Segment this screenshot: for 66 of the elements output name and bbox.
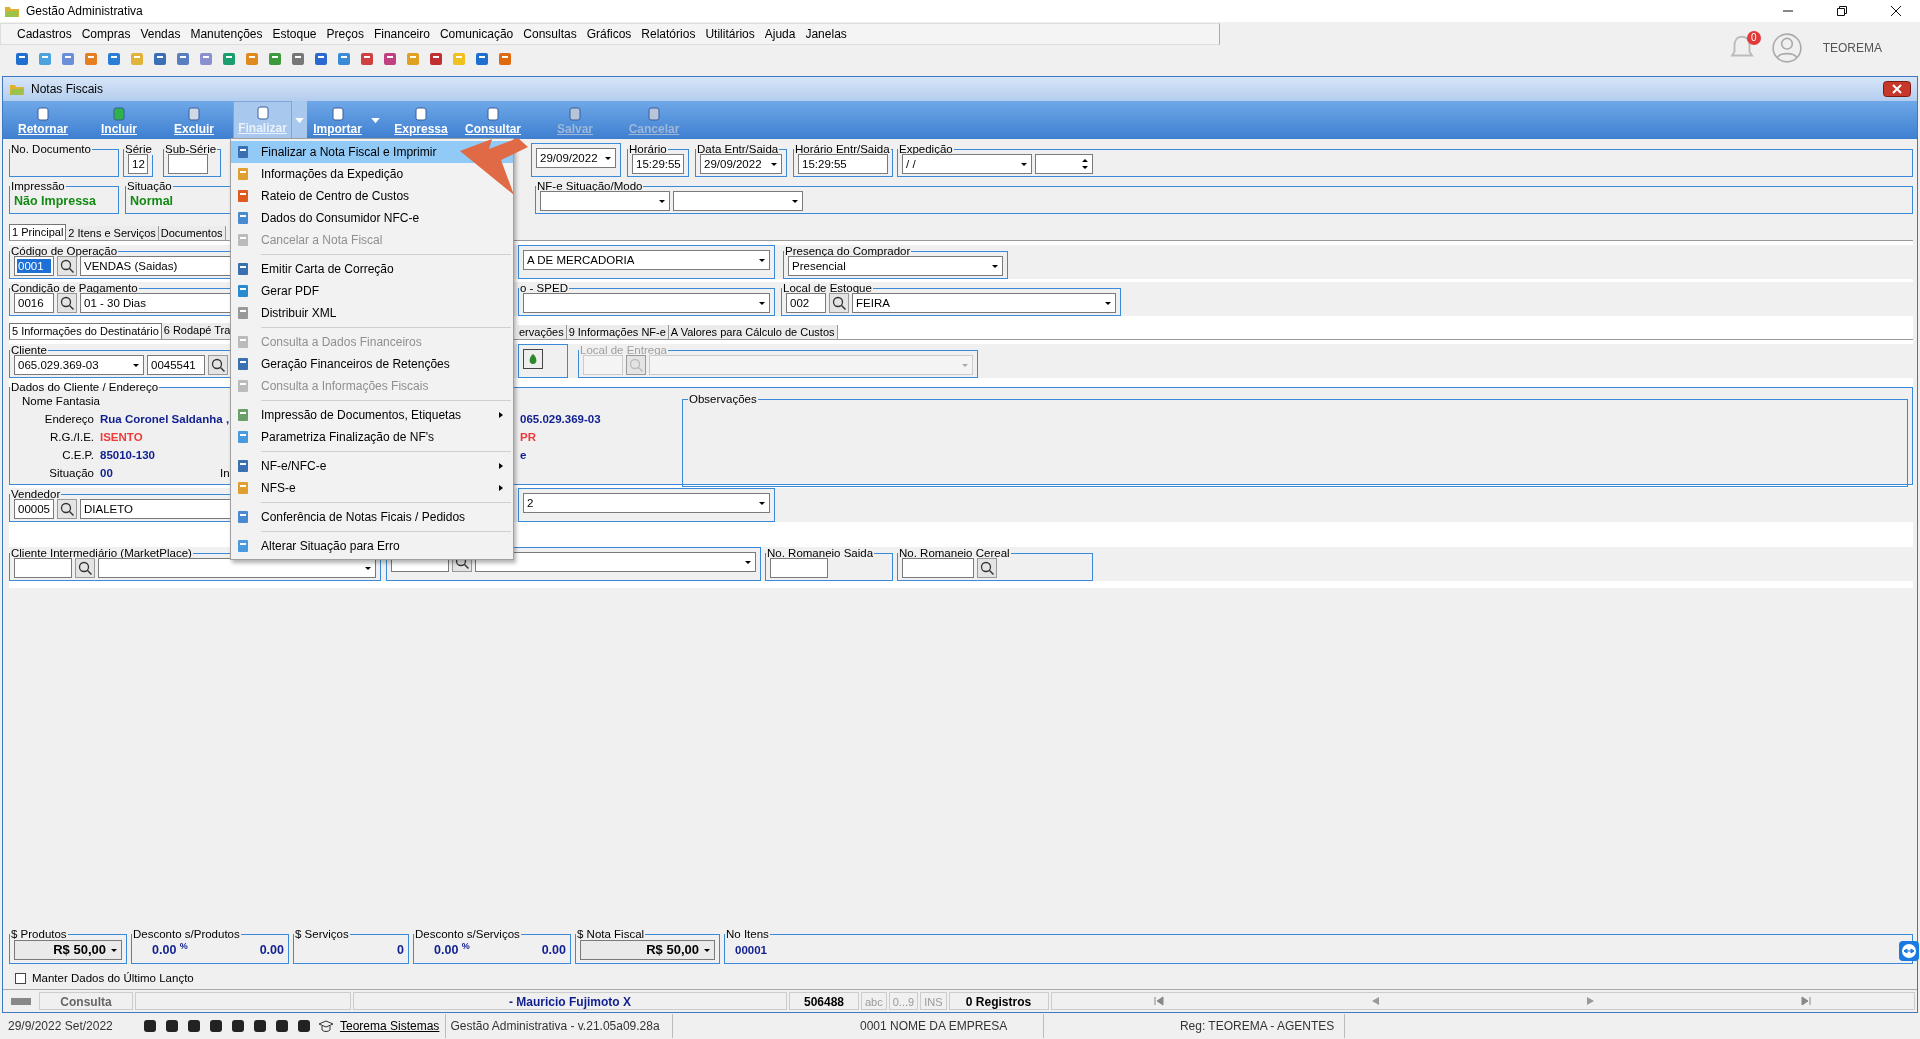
field-label: Série	[124, 143, 153, 155]
percent-value: 0.00 $^{%}$	[152, 941, 188, 958]
notification-badge: 0	[1747, 31, 1761, 45]
field-value: 00	[100, 466, 113, 479]
status-text: Não Impressa	[14, 193, 96, 208]
field-value: ISENTO	[100, 430, 143, 443]
field-label: C.E.P.	[61, 448, 95, 461]
field-label: Vendedor	[10, 488, 62, 500]
window-title: Gestão Administrativa	[26, 4, 143, 18]
field-label: Situação	[48, 466, 95, 479]
field-label: Desconto s/Serviços	[414, 928, 521, 940]
field-value: 065.029.369-03	[520, 412, 601, 425]
field-label: Horário	[628, 143, 668, 155]
field-label: Dados do Cliente / Endereço	[10, 381, 160, 393]
field-label: Observações	[688, 393, 758, 405]
records-panel: 0 Registros	[948, 992, 1049, 1010]
field-label: Sub-Série	[164, 143, 218, 155]
field-label: Condição de Pagamento	[10, 282, 139, 294]
amount-value: 0.00	[258, 942, 284, 957]
field-label: Impressão	[10, 180, 66, 192]
field-value: PR	[520, 430, 536, 443]
field-label: No. Documento	[10, 143, 92, 155]
field-label: No. Romaneio Saida	[766, 547, 875, 559]
indicator-panel: INS	[920, 992, 947, 1010]
field-label: In	[220, 466, 230, 479]
percent-value: 0.00 $^{%}$	[434, 941, 470, 958]
window-title: Notas Fiscais	[31, 82, 104, 96]
company-text: 0001 NOME DA EMPRESA	[672, 1014, 1038, 1038]
field-label: $ Serviços	[294, 928, 350, 940]
version-text: Gestão Administrativa - v.21.05a09.28a	[445, 1014, 667, 1038]
field-label: Expedição	[898, 143, 954, 155]
field-label: Horário Entr/Saida	[794, 143, 891, 155]
field-label: Nome Fantasia	[21, 394, 100, 407]
field-label: Data Entr/Saida	[696, 143, 780, 155]
indicator-panel: abc	[861, 992, 887, 1010]
field-label: Local de Estoque	[782, 282, 873, 294]
field-value: Rua Coronel Saldanha ,	[100, 412, 230, 425]
amount-value: 0	[396, 942, 404, 957]
checkbox-label: Manter Dados do Último Lançto	[32, 972, 194, 984]
field-label: $ Nota Fiscal	[576, 928, 646, 940]
code-panel: 506488	[789, 992, 859, 1010]
field-label: Situação	[126, 180, 173, 192]
amount-value: 0.00	[540, 942, 566, 957]
field-label: No Itens	[725, 928, 770, 940]
field-label: $ Produtos	[10, 928, 68, 940]
field-label: NF-e Situação/Modo	[536, 180, 644, 192]
field-value: e	[520, 448, 527, 461]
indicator-panel: 0...9	[888, 992, 919, 1010]
user-name: TEOREMA	[1822, 41, 1882, 55]
field-label: R.G./I.E.	[48, 430, 95, 443]
field-label: Código de Operação	[10, 245, 119, 257]
field-value: 85010-130	[100, 448, 155, 461]
field-label: Cliente	[10, 344, 48, 356]
user-panel: - Mauricio Fujimoto X	[353, 992, 787, 1010]
registration-text: Reg: TEOREMA - AGENTES	[1043, 1014, 1339, 1038]
field-label: Endereço	[43, 412, 95, 425]
field-label: Desconto s/Produtos	[132, 928, 241, 940]
field-label: Local de Entrega	[579, 344, 668, 356]
field-label: Presença do Comprador	[784, 245, 912, 257]
field-label: No. Romaneio Cereal	[898, 547, 1011, 559]
mode-panel: Consulta	[39, 992, 133, 1010]
field-label: o - SPED	[519, 282, 569, 294]
count-value: 00001	[735, 943, 767, 956]
date-text: 29/9/2022 Set/2022	[8, 1019, 114, 1033]
status-text: Normal	[130, 193, 174, 208]
field-label: Cliente Intermediário (MarketPlace)	[10, 547, 193, 559]
